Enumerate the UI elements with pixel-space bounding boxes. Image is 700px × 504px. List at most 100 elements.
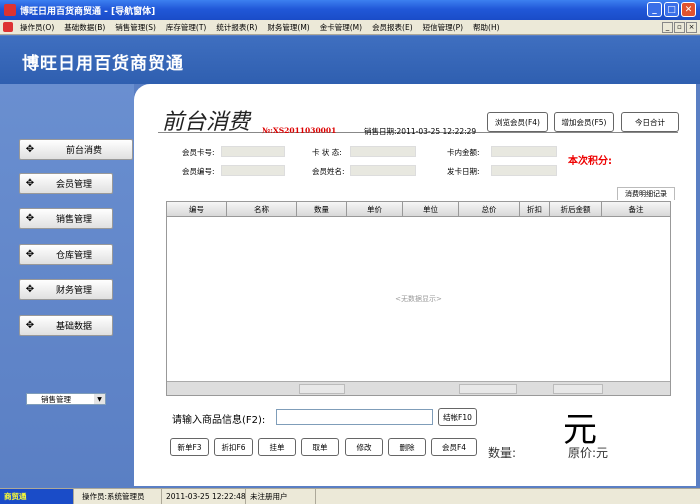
sidebar-item-label: 仓库管理 — [55, 251, 92, 261]
sidebar-item-sales[interactable]: ✥ 销售管理 — [19, 208, 113, 229]
sale-date-value: 2011-03-25 12:22:29 — [396, 127, 477, 136]
summary-quantity-cell — [299, 384, 345, 394]
status-operator: 操作员:系统管理员 — [78, 489, 162, 504]
hold-order-button[interactable]: 挂单 — [258, 438, 296, 456]
grid-header: 编号 名称 数量 单价 单位 总价 折扣 折后金额 备注 — [167, 202, 670, 217]
sidebar-item-label: 财务管理 — [55, 286, 92, 296]
menu-gold-card[interactable]: 金卡管理(M) — [315, 22, 367, 33]
member-no-label: 会员编号: — [182, 167, 215, 176]
product-input[interactable] — [276, 409, 433, 425]
mdi-child-icon — [3, 22, 13, 32]
menu-member-reports[interactable]: 会员报表(E) — [367, 22, 418, 33]
menu-help[interactable]: 帮助(H) — [468, 22, 505, 33]
edit-button[interactable]: 修改 — [345, 438, 383, 456]
minimize-button[interactable]: _ — [647, 2, 662, 17]
menu-bar: 操作员(O) 基础数据(B) 销售管理(S) 库存管理(T) 统计报表(R) 财… — [0, 20, 700, 35]
discount-button[interactable]: 折扣F6 — [214, 438, 253, 456]
grid-column-header[interactable]: 折后金额 — [550, 202, 602, 216]
menu-sales[interactable]: 销售管理(S) — [110, 22, 161, 33]
arrow-icon: ✥ — [25, 213, 35, 224]
product-input-label: 请输入商品信息(F2): — [172, 415, 266, 426]
quantity-label: 数量: — [488, 446, 517, 460]
sidebar-item-label: 基础数据 — [55, 322, 92, 332]
mdi-controls: _ ▫ × — [662, 21, 700, 33]
issue-date-field[interactable] — [491, 165, 557, 176]
sidebar-item-basic-data[interactable]: ✥ 基础数据 — [19, 315, 113, 336]
menu-operator[interactable]: 操作员(O) — [15, 22, 59, 33]
status-datetime: 2011-03-25 12:22:48 — [162, 489, 246, 504]
grid-column-header[interactable]: 数量 — [297, 202, 347, 216]
mdi-close-button[interactable]: × — [686, 21, 697, 33]
sidebar-item-label: 前台消费 — [65, 146, 102, 156]
sidebar-item-label: 销售管理 — [55, 215, 92, 225]
window-title: 博旺日用百货商贸通 - [导航窗体] — [20, 6, 156, 17]
consumption-grid[interactable]: 编号 名称 数量 单价 单位 总价 折扣 折后金额 备注 <无数据显示> — [166, 201, 671, 396]
window-controls: _ □ ✕ — [647, 2, 696, 17]
grid-column-header[interactable]: 编号 — [167, 202, 227, 216]
card-status-field[interactable] — [350, 146, 416, 157]
mdi-minimize-button[interactable]: _ — [662, 21, 673, 33]
grid-column-header[interactable]: 单位 — [403, 202, 459, 216]
menu-reports[interactable]: 统计报表(R) — [211, 22, 262, 33]
module-select-value: 销售管理 — [41, 394, 71, 404]
chevron-down-icon[interactable]: ▼ — [94, 394, 105, 404]
today-total-button[interactable]: 今日合计 — [621, 112, 679, 132]
retrieve-order-button[interactable]: 取单 — [301, 438, 339, 456]
sidebar-item-front-desk[interactable]: ✥ 前台消费 — [19, 139, 133, 160]
mdi-restore-button[interactable]: ▫ — [674, 21, 685, 33]
sidebar: ✥ 前台消费 ✥ 会员管理 ✥ 销售管理 ✥ 仓库管理 ✥ 财务管理 ✥ 基础数… — [0, 84, 134, 488]
status-bar: 商贸通 操作员:系统管理员 2011-03-25 12:22:48 未注册用户 — [0, 488, 700, 504]
status-app-name: 商贸通 — [0, 489, 74, 504]
menu-finance[interactable]: 财务管理(M) — [262, 22, 314, 33]
arrow-icon: ✥ — [25, 144, 35, 155]
delete-button[interactable]: 删除 — [388, 438, 426, 456]
order-number: №:XS2011030001 — [262, 126, 337, 135]
member-button[interactable]: 会员F4 — [431, 438, 477, 456]
summary-total-cell — [459, 384, 517, 394]
grid-column-header[interactable]: 折扣 — [520, 202, 550, 216]
header-banner: 博旺日用百货商贸通 — [0, 36, 700, 84]
issue-date-label: 发卡日期: — [447, 167, 480, 176]
grid-empty-text: <无数据显示> — [395, 295, 442, 303]
new-order-button[interactable]: 新单F3 — [170, 438, 209, 456]
maximize-button[interactable]: □ — [664, 2, 679, 17]
summary-discount-total-cell — [553, 384, 603, 394]
app-icon — [4, 4, 16, 16]
card-balance-field[interactable] — [491, 146, 557, 157]
arrow-icon: ✥ — [25, 320, 35, 331]
module-select[interactable]: 销售管理 ▼ — [26, 393, 106, 405]
card-no-field[interactable] — [221, 146, 285, 157]
close-button[interactable]: ✕ — [681, 2, 696, 17]
card-status-label: 卡 状 态: — [312, 148, 342, 157]
sidebar-item-warehouse[interactable]: ✥ 仓库管理 — [19, 244, 113, 265]
original-price-label: 原价:元 — [568, 446, 609, 460]
grid-summary-row — [167, 381, 670, 395]
card-balance-label: 卡内金额: — [447, 148, 480, 157]
grid-column-header[interactable]: 总价 — [459, 202, 520, 216]
member-name-field[interactable] — [350, 165, 416, 176]
sidebar-item-members[interactable]: ✥ 会员管理 — [19, 173, 113, 194]
window-titlebar: 博旺日用百货商贸通 - [导航窗体] _ □ ✕ — [0, 0, 700, 20]
points-label: 本次积分: — [568, 156, 612, 167]
status-registration: 未注册用户 — [246, 489, 316, 504]
member-no-field[interactable] — [221, 165, 285, 176]
grid-column-header[interactable]: 单价 — [347, 202, 403, 216]
arrow-icon: ✥ — [25, 249, 35, 260]
member-name-label: 会员姓名: — [312, 167, 345, 176]
checkout-button[interactable]: 结帐F10 — [438, 408, 477, 426]
grid-column-header[interactable]: 名称 — [227, 202, 297, 216]
menu-sms[interactable]: 短信管理(P) — [418, 22, 468, 33]
sidebar-item-label: 会员管理 — [55, 180, 92, 190]
grid-column-header[interactable]: 备注 — [602, 202, 670, 216]
menu-basic-data[interactable]: 基础数据(B) — [59, 22, 110, 33]
menu-inventory[interactable]: 库存管理(T) — [161, 22, 211, 33]
arrow-icon: ✥ — [25, 284, 35, 295]
arrow-icon: ✥ — [25, 178, 35, 189]
tab-consumption-details[interactable]: 消费明细记录 — [617, 187, 675, 200]
browse-member-button[interactable]: 浏览会员(F4) — [487, 112, 548, 132]
sale-date-label: 销售日期: — [364, 127, 397, 136]
sidebar-item-finance[interactable]: ✥ 财务管理 — [19, 279, 113, 300]
add-member-button[interactable]: 增加会员(F5) — [554, 112, 614, 132]
banner-title: 博旺日用百货商贸通 — [22, 54, 184, 74]
card-no-label: 会员卡号: — [182, 148, 215, 157]
